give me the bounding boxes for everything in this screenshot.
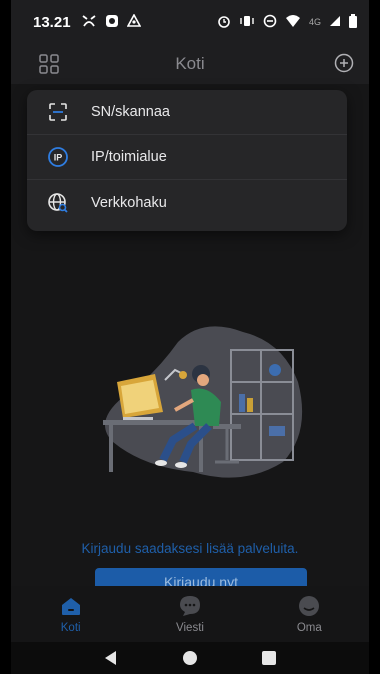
tab-profile[interactable]: Oma [250, 586, 369, 642]
tab-label: Oma [296, 622, 322, 634]
signal-icon [329, 15, 341, 30]
recents-icon[interactable] [260, 649, 278, 667]
menu-item-sn-scan[interactable]: SN/skannaa [27, 90, 347, 135]
battery-icon [349, 13, 357, 31]
status-time: 13.21 [33, 13, 71, 31]
app-bar: Koti [11, 44, 369, 84]
page-title: Koti [175, 54, 205, 73]
screenshot-icon [105, 14, 119, 31]
tab-home[interactable]: Koti [11, 586, 130, 642]
add-device-menu: SN/skannaa IP IP/toimialue Verkkohaku [27, 90, 347, 231]
dnd-icon [263, 14, 277, 31]
home-circle-icon[interactable] [181, 649, 199, 667]
empty-state-illustration [83, 322, 313, 482]
menu-item-ip-domain[interactable]: IP IP/toimialue [27, 135, 347, 180]
call-icon [81, 14, 97, 31]
menu-item-label: IP/toimialue [91, 149, 167, 165]
wifi-icon [285, 14, 301, 31]
profile-icon [297, 594, 321, 618]
system-navigation-bar [11, 642, 369, 674]
menu-item-label: SN/skannaa [91, 104, 170, 120]
add-device-button[interactable] [333, 52, 355, 74]
chat-icon [178, 594, 202, 618]
tab-messages[interactable]: Viesti [130, 586, 249, 642]
back-icon[interactable] [102, 649, 120, 667]
scan-icon [47, 101, 69, 123]
globe-search-icon [47, 192, 69, 214]
status-right: 4G [217, 13, 357, 31]
phone-screen: 13.21 4G Koti SN/skannaa IP IP/toimialue… [11, 0, 369, 674]
menu-item-label: Verkkohaku [91, 194, 167, 211]
login-prompt: Kirjaudu saadaksesi lisää palveluita. [81, 541, 299, 556]
tab-label: Koti [60, 622, 81, 634]
warning-icon [126, 12, 141, 31]
vibrate-icon [239, 14, 255, 31]
ip-icon: IP [47, 146, 69, 168]
network-type: 4G [308, 17, 321, 27]
home-icon [59, 594, 83, 618]
alarm-icon [217, 14, 231, 31]
bottom-navigation: Koti Viesti Oma [11, 586, 369, 642]
svg-text:IP: IP [54, 153, 63, 163]
menu-item-network-search[interactable]: Verkkohaku [27, 180, 347, 225]
status-bar: 13.21 4G [11, 0, 369, 44]
tab-label: Viesti [176, 622, 204, 634]
